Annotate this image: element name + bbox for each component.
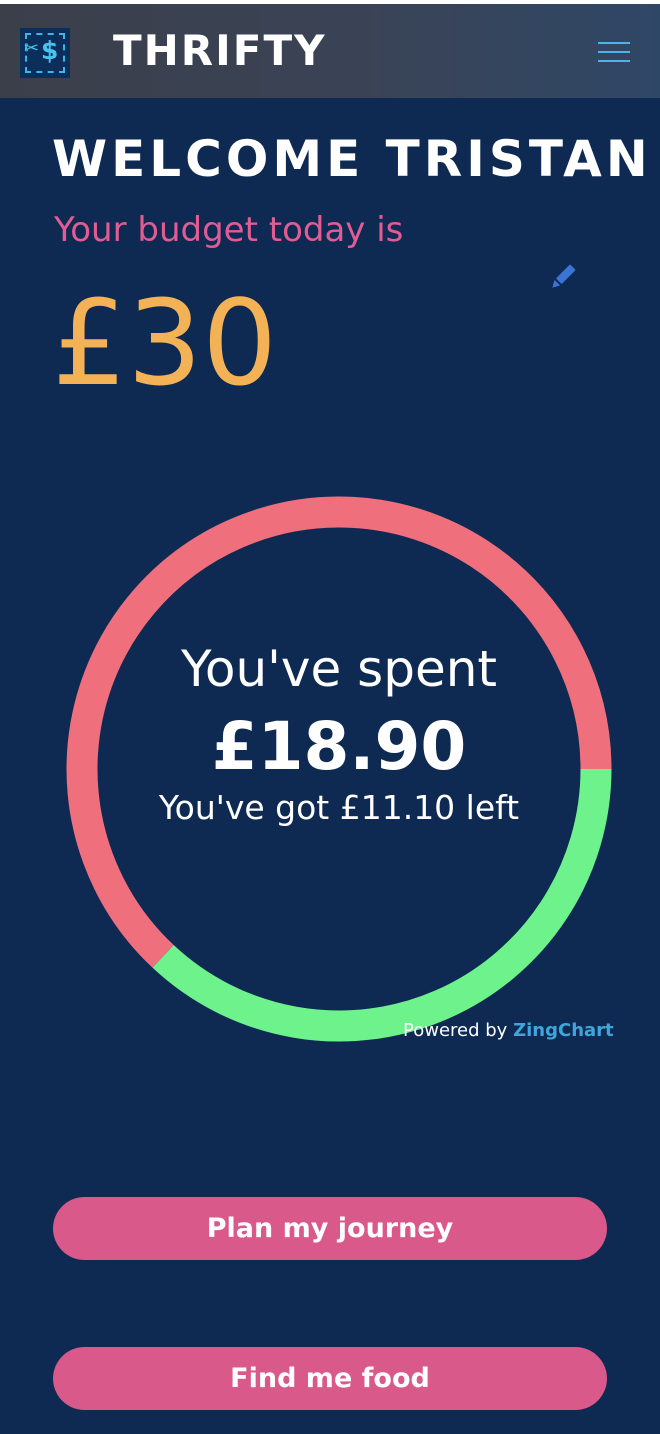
app-brand[interactable]: THRIFTY	[113, 26, 327, 75]
find-food-button[interactable]: Find me food	[53, 1347, 607, 1410]
budget-label: Your budget today is	[54, 210, 404, 250]
app-header: ✂ $ THRIFTY	[0, 4, 660, 98]
scissors-dollar-icon[interactable]: ✂ $	[20, 28, 70, 78]
chart-center-label: You've spent	[180, 640, 497, 698]
chart-center-sub: You've got £11.10 left	[158, 788, 520, 827]
welcome-heading: WELCOME TRISTAN	[52, 130, 652, 188]
pencil-icon[interactable]	[546, 260, 580, 294]
hamburger-menu-icon[interactable]	[598, 40, 630, 64]
chart-center-value: £18.90	[211, 708, 467, 785]
credit-name[interactable]: ZingChart	[513, 1020, 614, 1041]
plan-journey-button[interactable]: Plan my journey	[53, 1197, 607, 1260]
budget-amount: £30	[52, 274, 278, 412]
budget-donut-chart: You've spent £18.90 You've got £11.10 le…	[0, 470, 660, 1070]
credit-prefix: Powered by	[403, 1020, 508, 1041]
chart-credit[interactable]: Powered by ZingChart	[403, 1020, 614, 1041]
